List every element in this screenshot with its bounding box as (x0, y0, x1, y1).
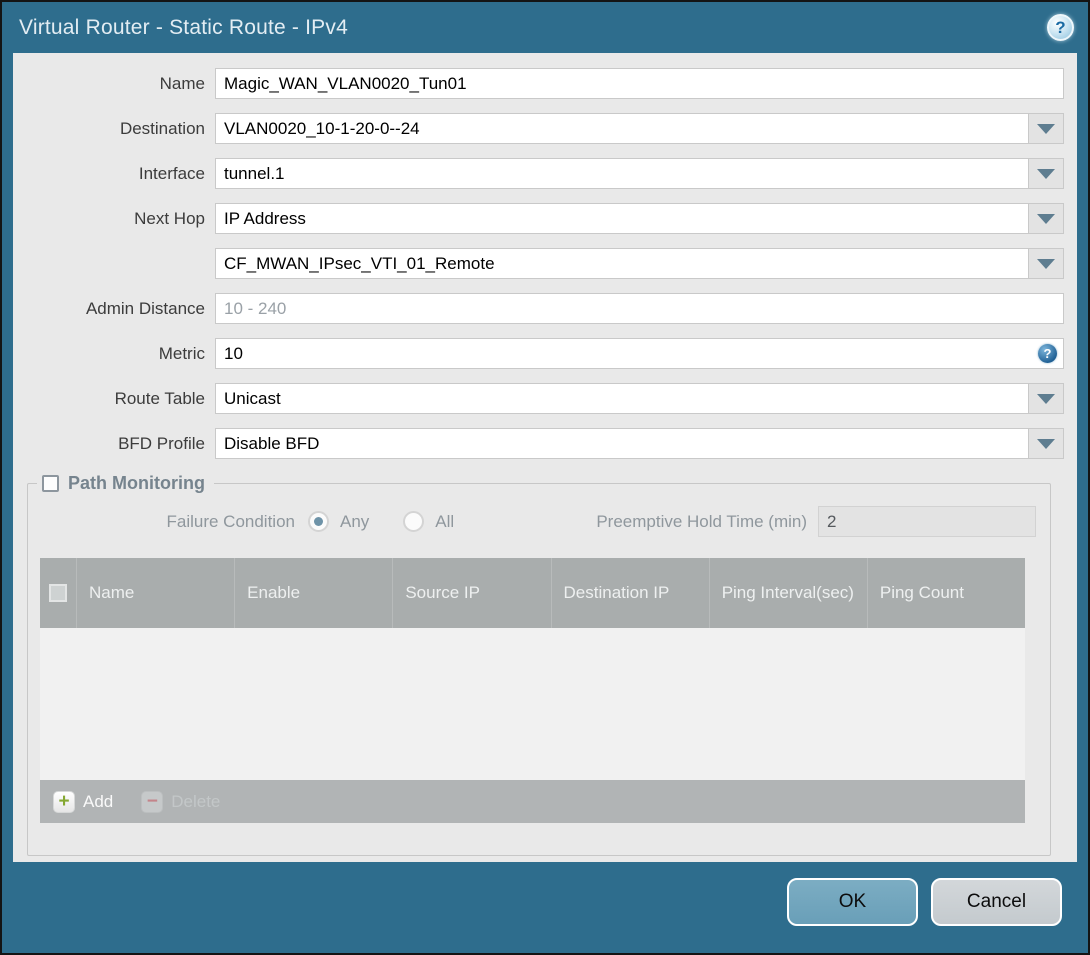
chevron-down-icon (1037, 393, 1055, 404)
path-monitoring-table: Name Enable Source IP Destination IP Pin… (40, 558, 1025, 823)
route-table-dropdown-button[interactable] (1028, 383, 1064, 414)
failure-condition-all-radio[interactable] (403, 511, 425, 532)
chevron-down-icon (1037, 213, 1055, 224)
next-hop-address-dropdown-button[interactable] (1028, 248, 1064, 279)
select-all-checkbox[interactable] (49, 584, 67, 602)
chevron-down-icon (1037, 258, 1055, 269)
path-monitoring-legend: Path Monitoring (37, 473, 214, 494)
failure-condition-any-radio[interactable] (308, 511, 329, 532)
bfd-profile-dropdown-button[interactable] (1028, 428, 1064, 459)
dialog-footer: OK Cancel (2, 862, 1088, 953)
path-monitoring-checkbox[interactable] (42, 475, 59, 492)
form-row-interface: Interface (13, 158, 1064, 189)
destination-label: Destination (119, 118, 205, 138)
next-hop-label: Next Hop (134, 208, 205, 228)
bfd-profile-input[interactable] (215, 428, 1028, 459)
bfd-profile-label: BFD Profile (118, 433, 205, 453)
failure-condition-row: Failure Condition Any All Preemptive Hol… (28, 506, 1036, 537)
interface-label: Interface (138, 163, 205, 183)
destination-input[interactable] (215, 113, 1028, 144)
chevron-down-icon (1037, 168, 1055, 179)
preemptive-hold-time-label: Preemptive Hold Time (min) (596, 511, 807, 531)
failure-condition-label: Failure Condition (166, 511, 295, 531)
form-row-metric: Metric ? (13, 338, 1064, 369)
cancel-button[interactable]: Cancel (931, 878, 1062, 926)
form-row-next-hop: Next Hop (13, 203, 1064, 234)
admin-distance-input[interactable] (215, 293, 1064, 324)
delete-button[interactable]: − Delete (141, 790, 221, 813)
chevron-down-icon (1037, 438, 1055, 449)
add-button[interactable]: + Add (53, 790, 114, 813)
table-footer: + Add − Delete (40, 780, 1025, 823)
form-row-next-hop-address (13, 248, 1064, 279)
form-row-destination: Destination (13, 113, 1064, 144)
path-monitoring-section: Path Monitoring Failure Condition Any Al… (27, 473, 1051, 856)
failure-condition-any-label: Any (340, 511, 370, 531)
dialog-title: Virtual Router - Static Route - IPv4 (19, 15, 348, 39)
help-icon[interactable]: ? (1047, 14, 1074, 41)
ok-button[interactable]: OK (787, 878, 918, 926)
next-hop-type-input[interactable] (215, 203, 1028, 234)
form-row-route-table: Route Table (13, 383, 1064, 414)
metric-help-icon[interactable]: ? (1038, 344, 1057, 363)
delete-button-label: Delete (171, 791, 221, 811)
column-header-ping-interval[interactable]: Ping Interval(sec) (708, 558, 867, 628)
admin-distance-label: Admin Distance (85, 298, 205, 318)
form-row-name: Name (13, 68, 1064, 99)
column-header-enable[interactable]: Enable (234, 558, 392, 628)
chevron-down-icon (1037, 123, 1055, 134)
destination-dropdown-button[interactable] (1028, 113, 1064, 144)
static-route-dialog: Virtual Router - Static Route - IPv4 ? N… (0, 0, 1090, 955)
minus-icon: − (141, 790, 164, 813)
interface-dropdown-button[interactable] (1028, 158, 1064, 189)
metric-label: Metric (158, 343, 205, 363)
failure-condition-all-label: All (435, 511, 455, 531)
form-row-bfd-profile: BFD Profile (13, 428, 1064, 459)
column-header-destination-ip[interactable]: Destination IP (550, 558, 709, 628)
next-hop-dropdown-button[interactable] (1028, 203, 1064, 234)
name-label: Name (159, 73, 205, 93)
next-hop-address-input[interactable] (215, 248, 1028, 279)
form-row-admin-distance: Admin Distance (13, 293, 1064, 324)
path-monitoring-title: Path Monitoring (68, 473, 205, 493)
column-header-name[interactable]: Name (76, 558, 234, 628)
table-header-checkbox-cell (40, 558, 76, 628)
table-body-empty (40, 628, 1025, 780)
route-table-label: Route Table (114, 388, 205, 408)
preemptive-hold-time-input[interactable] (818, 506, 1036, 537)
plus-icon: + (53, 790, 75, 813)
column-header-source-ip[interactable]: Source IP (392, 558, 550, 628)
dialog-content: Name Destination Interface Next Hop (13, 53, 1077, 862)
title-bar: Virtual Router - Static Route - IPv4 ? (2, 2, 1088, 53)
name-input[interactable] (215, 68, 1064, 99)
table-header: Name Enable Source IP Destination IP Pin… (40, 558, 1025, 628)
route-table-input[interactable] (215, 383, 1028, 414)
add-button-label: Add (83, 791, 114, 811)
metric-input[interactable] (215, 338, 1064, 369)
column-header-ping-count[interactable]: Ping Count (866, 558, 1025, 628)
interface-input[interactable] (215, 158, 1028, 189)
